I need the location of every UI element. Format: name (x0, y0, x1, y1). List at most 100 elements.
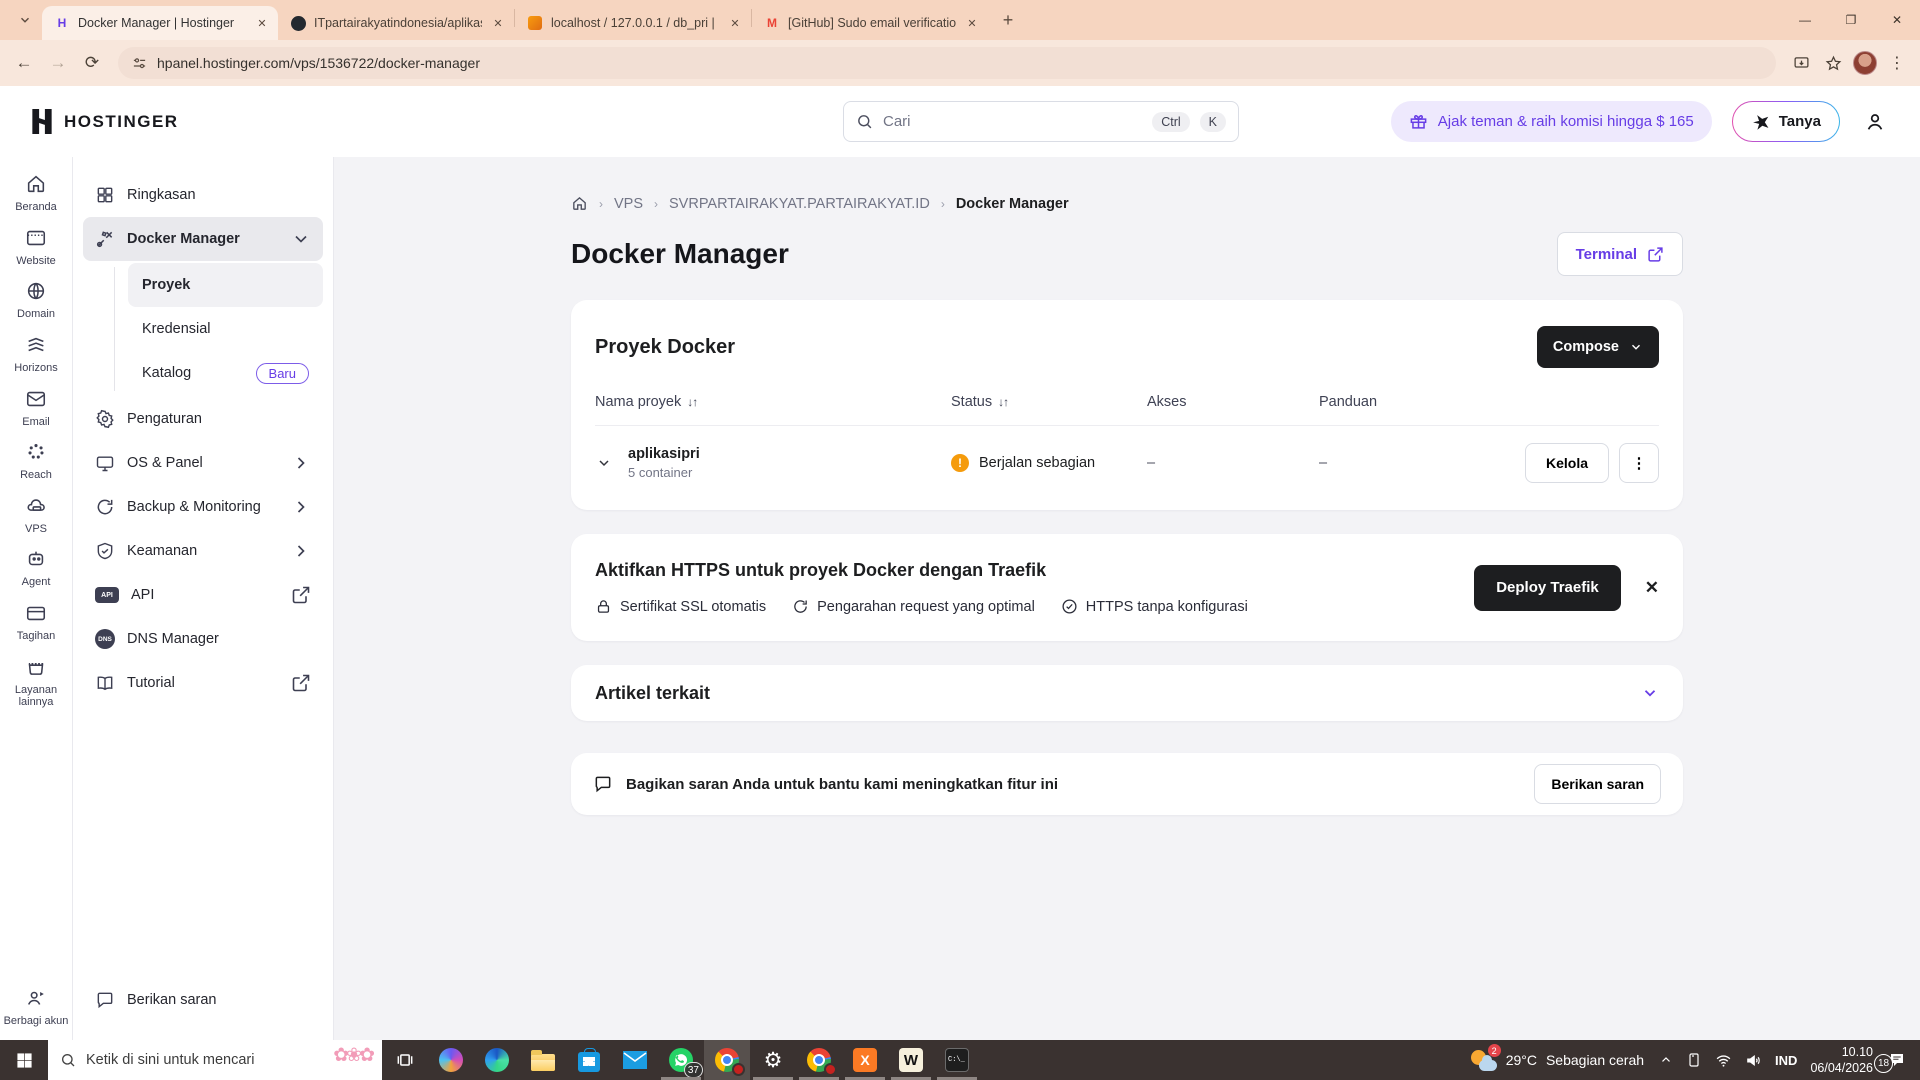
rail-item-email[interactable]: Email (0, 388, 72, 429)
xampp-button[interactable]: X (842, 1040, 888, 1080)
breadcrumb-vps[interactable]: VPS (614, 196, 643, 212)
action-center-button[interactable]: 18 (1886, 1051, 1912, 1069)
wifi-button[interactable] (1715, 1052, 1732, 1069)
chrome-active-button[interactable] (704, 1040, 750, 1080)
sidebar-subitem-katalog[interactable]: Katalog Baru (128, 351, 323, 395)
sidebar-feedback-link[interactable]: Berikan saran (83, 978, 323, 1022)
install-app-icon[interactable] (1786, 48, 1816, 78)
browser-tab-phpmyadmin[interactable]: localhost / 127.0.0.1 / db_pri | p ✕ (515, 6, 751, 40)
related-articles-card[interactable]: Artikel terkait (571, 665, 1683, 721)
rail-item-tagihan[interactable]: Tagihan (0, 602, 72, 643)
start-button[interactable] (0, 1040, 48, 1080)
file-explorer-button[interactable] (520, 1040, 566, 1080)
deploy-traefik-button[interactable]: Deploy Traefik (1474, 565, 1621, 611)
tab-search-button[interactable] (10, 5, 40, 35)
terminal-app-button[interactable]: C:\_ (934, 1040, 980, 1080)
sidebar-item-api[interactable]: API API (83, 573, 323, 617)
sidebar-item-ringkasan[interactable]: Ringkasan (83, 173, 323, 217)
sidebar-item-keamanan[interactable]: Keamanan (83, 529, 323, 573)
date: 06/04/2026 (1810, 1060, 1873, 1076)
taskbar-search[interactable]: ✿❀✿ (48, 1040, 382, 1080)
sidebar-subitem-proyek[interactable]: Proyek (128, 263, 323, 307)
w-app-button[interactable]: W (888, 1040, 934, 1080)
sidebar-item-pengaturan[interactable]: Pengaturan (83, 397, 323, 441)
forward-button[interactable]: → (42, 47, 74, 79)
language-indicator[interactable]: IND (1775, 1053, 1797, 1068)
browser-menu-icon[interactable]: ⋮ (1882, 48, 1912, 78)
settings-button[interactable]: ⚙ (750, 1040, 796, 1080)
rail-item-agent[interactable]: Agent (0, 548, 72, 589)
rail-item-berbagi-akun[interactable]: Berbagi akun (0, 987, 72, 1028)
system-tray: 2 29°C Sebagian cerah IND 10.10 06/04/20… (1463, 1040, 1920, 1080)
sidebar-subitem-kredensial[interactable]: Kredensial (128, 307, 323, 351)
referral-banner[interactable]: Ajak teman & raih komisi hingga $ 165 (1391, 101, 1712, 142)
sidebar-item-dns-manager[interactable]: DNS DNS Manager (83, 617, 323, 661)
rail-item-domain[interactable]: Domain (0, 280, 72, 321)
breadcrumb-server[interactable]: SVRPARTAIRAKYAT.PARTAIRAKYAT.ID (669, 196, 930, 212)
ask-kodee-button[interactable]: Tanya (1732, 101, 1840, 142)
browser-tab-gmail[interactable]: M [GitHub] Sudo email verification ✕ (752, 6, 988, 40)
tray-expand-button[interactable] (1659, 1053, 1673, 1067)
sort-icon[interactable]: ↓↑ (687, 395, 697, 409)
close-button[interactable]: ✕ (1874, 0, 1920, 40)
sidebar-item-os-panel[interactable]: OS & Panel (83, 441, 323, 485)
terminal-button[interactable]: Terminal (1557, 232, 1683, 276)
taskbar-clock[interactable]: 10.10 06/04/2026 (1810, 1044, 1873, 1077)
chrome-secondary-button[interactable] (796, 1040, 842, 1080)
minimize-button[interactable]: — (1782, 0, 1828, 40)
rail-item-layanan-lainnya[interactable]: Layanan lainnya (0, 656, 72, 709)
task-view-button[interactable] (382, 1040, 428, 1080)
search-input[interactable] (883, 113, 1142, 130)
cast-device-button[interactable] (1686, 1052, 1702, 1068)
tab-close-icon[interactable]: ✕ (727, 15, 743, 31)
shield-check-icon (95, 541, 115, 561)
tab-close-icon[interactable]: ✕ (254, 15, 270, 31)
give-feedback-button[interactable]: Berikan saran (1534, 764, 1661, 804)
tab-close-icon[interactable]: ✕ (490, 15, 506, 31)
sidebar-item-backup-monitoring[interactable]: Backup & Monitoring (83, 485, 323, 529)
sort-icon[interactable]: ↓↑ (998, 395, 1008, 409)
row-menu-button[interactable]: ⋮ (1619, 443, 1659, 483)
back-button[interactable]: ← (8, 47, 40, 79)
account-icon[interactable] (1860, 107, 1890, 137)
url-bar[interactable]: hpanel.hostinger.com/vps/1536722/docker-… (118, 47, 1776, 79)
bookmark-star-icon[interactable] (1818, 48, 1848, 78)
volume-button[interactable] (1745, 1052, 1762, 1069)
new-tab-button[interactable]: + (994, 6, 1022, 34)
col-status[interactable]: Status (951, 394, 992, 410)
home-icon[interactable] (571, 195, 588, 212)
rail-item-website[interactable]: Website (0, 227, 72, 268)
browser-profile-avatar[interactable] (1850, 48, 1880, 78)
project-name[interactable]: aplikasipri (628, 446, 700, 462)
tab-close-icon[interactable]: ✕ (964, 15, 980, 31)
expand-row-icon[interactable] (595, 455, 613, 471)
whatsapp-button[interactable]: 37 (658, 1040, 704, 1080)
refresh-button[interactable]: ⟳ (76, 47, 108, 79)
browser-tabstrip: H Docker Manager | Hostinger ✕ ITpartair… (0, 0, 1920, 40)
rail-item-vps[interactable]: VPS (0, 495, 72, 536)
rail-item-horizons[interactable]: Horizons (0, 334, 72, 375)
weather-widget[interactable]: 2 29°C Sebagian cerah (1471, 1049, 1646, 1071)
browser-tab-active[interactable]: H Docker Manager | Hostinger ✕ (42, 6, 278, 40)
sidebar-item-tutorial[interactable]: Tutorial (83, 661, 323, 705)
rail-item-beranda[interactable]: Beranda (0, 173, 72, 214)
chevron-down-icon[interactable] (1641, 684, 1659, 702)
microsoft-store-button[interactable] (566, 1040, 612, 1080)
temperature: 29°C (1506, 1052, 1537, 1068)
browser-window-icon (25, 227, 47, 249)
edge-button[interactable] (474, 1040, 520, 1080)
copilot-button[interactable] (428, 1040, 474, 1080)
rail-item-reach[interactable]: Reach (0, 441, 72, 482)
hostinger-logo[interactable]: HOSTINGER (30, 108, 179, 135)
col-nama-proyek[interactable]: Nama proyek (595, 394, 681, 410)
mail-button[interactable] (612, 1040, 658, 1080)
sidebar-item-docker-manager[interactable]: Docker Manager (83, 217, 323, 261)
compose-button[interactable]: Compose (1537, 326, 1659, 368)
restore-button[interactable]: ❐ (1828, 0, 1874, 40)
global-search[interactable]: Ctrl K (843, 101, 1239, 142)
taskbar-search-input[interactable] (86, 1052, 370, 1068)
browser-tab-github[interactable]: ITpartairakyatindonesia/aplikasi ✕ (278, 6, 514, 40)
wifi-icon (1715, 1052, 1732, 1069)
close-icon[interactable]: ✕ (1645, 578, 1659, 598)
manage-button[interactable]: Kelola (1525, 443, 1609, 483)
